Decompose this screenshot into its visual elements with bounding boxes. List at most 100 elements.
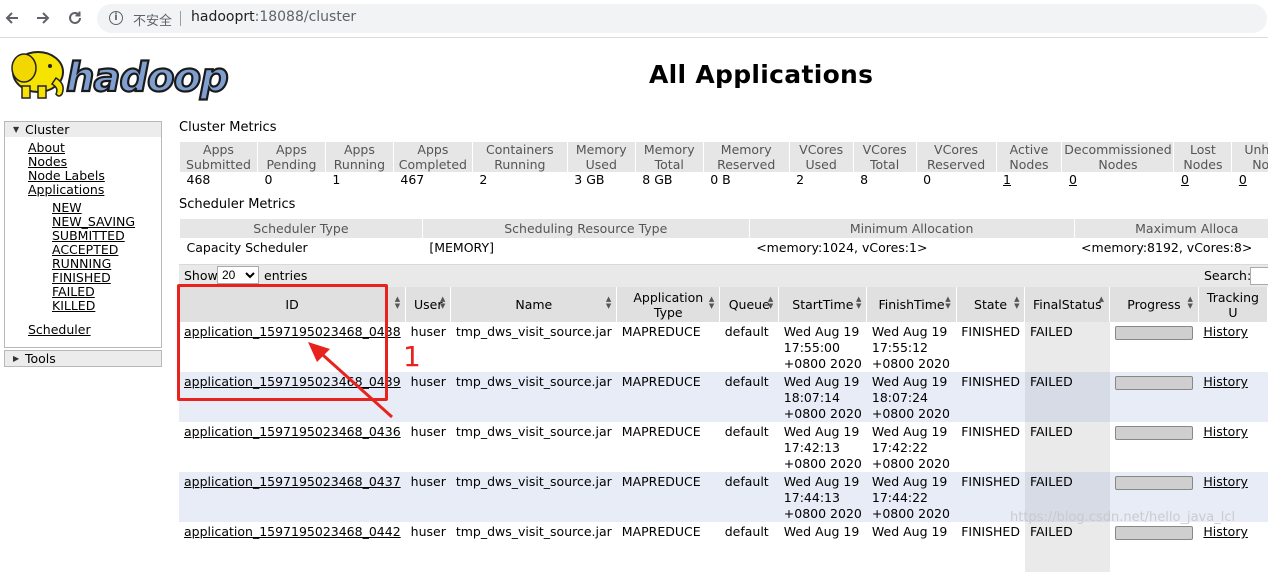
sort-asc-icon: ▲: [1098, 295, 1105, 303]
cluster-metric-link[interactable]: 1: [1003, 172, 1011, 187]
cluster-metric-header: Containers Running: [471, 142, 568, 172]
app-name-cell: tmp_dws_visit_source.jar: [450, 372, 617, 422]
app-id-link[interactable]: application_1597195023468_0436: [184, 424, 401, 439]
address-separator: [180, 11, 181, 26]
app-name-cell: tmp_dws_visit_source.jar: [455, 524, 612, 539]
nav-link-node-labels[interactable]: Node Labels: [28, 169, 105, 183]
sort-icon: ▲ ▼: [439, 295, 446, 310]
scheduler-metric-header: Scheduling Resource Type: [421, 219, 750, 238]
column-header[interactable]: Tracking U: [1198, 287, 1268, 322]
entries-label: entries: [264, 268, 308, 283]
reload-icon[interactable]: [63, 6, 87, 30]
app-finish-cell: Wed Aug 19 17:55:12 +0800 2020: [871, 324, 950, 371]
tools-nav-header[interactable]: ▶ Tools: [5, 351, 161, 366]
column-header[interactable]: Progress ▲ ▼: [1109, 287, 1199, 322]
app-state-cell: FINISHED: [961, 324, 1020, 339]
column-header[interactable]: User ▲ ▼: [405, 287, 452, 322]
app-final-status-cell: FAILED: [1024, 372, 1110, 422]
nav-state-failed[interactable]: FAILED: [52, 285, 135, 299]
cluster-metric-link[interactable]: 0: [1239, 172, 1247, 187]
progress-bar: [1114, 426, 1193, 440]
svg-text:hadoop: hadoop: [66, 55, 228, 101]
app-user-cell: huser: [410, 524, 446, 539]
column-header[interactable]: FinalStatus ▲: [1024, 287, 1111, 322]
app-id-link[interactable]: application_1597195023468_0437: [184, 474, 401, 489]
app-id-link[interactable]: application_1597195023468_0442: [184, 524, 401, 539]
cluster-metric-link[interactable]: 0: [1069, 172, 1077, 187]
history-link[interactable]: History: [1203, 424, 1247, 439]
history-link[interactable]: History: [1203, 324, 1247, 339]
nav-link-scheduler[interactable]: Scheduler: [28, 323, 91, 337]
app-user-cell: huser: [405, 372, 451, 422]
app-name-cell: tmp_dws_visit_source.jar: [455, 324, 612, 339]
scheduler-metric-value: <memory:8192, vCores:8>: [1074, 238, 1268, 256]
app-final-status-cell: FAILED: [1024, 422, 1110, 472]
cluster-metric-value: 2: [472, 172, 568, 187]
cluster-metric-value: 0: [1173, 172, 1232, 187]
column-header[interactable]: State ▲ ▼: [956, 287, 1026, 322]
app-queue-cell: default: [719, 472, 779, 522]
cluster-metric-value: 467: [393, 172, 473, 187]
nav-link-nodes[interactable]: Nodes: [28, 155, 105, 169]
scheduler-metric-header: Minimum Allocation: [748, 219, 1075, 238]
page-title: All Applications: [649, 60, 874, 89]
nav-state-running[interactable]: RUNNING: [52, 257, 135, 271]
cluster-nav-panel: ▼ Cluster About Nodes Node Labels Applic…: [4, 121, 162, 348]
back-arrow-icon[interactable]: [0, 6, 24, 30]
history-link[interactable]: History: [1203, 524, 1247, 539]
cluster-metric-value: 3 GB: [567, 172, 636, 187]
search-input[interactable]: [1250, 267, 1268, 285]
sort-icon: ▲ ▼: [1187, 295, 1193, 310]
app-progress-cell: [1110, 422, 1199, 472]
column-header[interactable]: FinishTime ▲ ▼: [866, 287, 957, 322]
progress-bar: [1114, 476, 1193, 490]
app-queue-cell: default: [724, 324, 769, 339]
cluster-metric-header: UnheNo: [1231, 142, 1268, 172]
app-start-cell: Wed Aug 19 17:44:13 +0800 2020: [778, 472, 867, 522]
app-final-status-cell: FAILED: [1024, 322, 1110, 372]
page-size-select[interactable]: 20: [217, 266, 259, 284]
nav-state-new[interactable]: NEW: [52, 201, 135, 215]
nav-state-submitted[interactable]: SUBMITTED: [52, 229, 135, 243]
cluster-nav-header[interactable]: ▼ Cluster: [5, 122, 161, 137]
sort-icon: ▲ ▼: [605, 295, 612, 310]
table-row: application_1597195023468_0442 huser tmp_d…: [179, 522, 1268, 572]
column-header[interactable]: Application Type ▲ ▼: [616, 287, 721, 322]
cluster-metric-header: Apps Running: [324, 142, 394, 172]
cluster-metric-value: 2: [789, 172, 854, 187]
cluster-metric-value: 0: [1061, 172, 1174, 187]
history-link[interactable]: History: [1203, 474, 1247, 489]
app-id-cell: application_1597195023468_0442: [179, 522, 406, 572]
cluster-metric-link[interactable]: 0: [1181, 172, 1189, 187]
address-bar[interactable]: i 不安全 hadooprt:18088/cluster: [97, 4, 1267, 33]
info-icon[interactable]: i: [109, 11, 123, 25]
table-row: application_1597195023468_0436 huser tmp_d…: [179, 422, 1268, 472]
forward-arrow-icon[interactable]: [31, 6, 55, 30]
cluster-metric-value: 1: [996, 172, 1062, 187]
column-header[interactable]: StartTime ▲ ▼: [778, 287, 868, 322]
progress-bar: [1114, 526, 1193, 540]
cluster-metric-header: Decommissioned Nodes: [1061, 142, 1174, 172]
nav-state-new-saving[interactable]: NEW_SAVING: [52, 215, 135, 229]
scheduler-metric-header: Scheduler Type: [179, 219, 423, 238]
nav-state-accepted[interactable]: ACCEPTED: [52, 243, 135, 257]
url-text[interactable]: hadooprt:18088/cluster: [191, 9, 356, 25]
column-header[interactable]: Name ▲ ▼: [450, 287, 618, 322]
annotation-arrow-icon: [308, 342, 394, 419]
app-user-cell: huser: [405, 472, 451, 522]
sort-icon: ▲ ▼: [855, 295, 862, 310]
app-start-cell: Wed Aug 19 17:55:00 +0800 2020: [783, 324, 862, 371]
cluster-metric-value: 1: [325, 172, 394, 187]
nav-state-finished[interactable]: FINISHED: [52, 271, 135, 285]
nav-state-killed[interactable]: KILLED: [52, 299, 135, 313]
nav-link-applications[interactable]: Applications: [28, 183, 105, 197]
app-tracking-cell: History: [1198, 522, 1267, 572]
progress-bar: [1114, 376, 1193, 390]
column-header[interactable]: Queue ▲ ▼: [719, 287, 780, 322]
cluster-metric-value: 0: [1231, 172, 1268, 187]
cluster-metric-value: 0: [916, 172, 997, 187]
scheduler-metrics-table: Scheduler Type Scheduling Resource Type Mi…: [179, 219, 1268, 256]
app-name-cell: tmp_dws_visit_source.jar: [450, 472, 617, 522]
history-link[interactable]: History: [1203, 374, 1247, 389]
nav-link-about[interactable]: About: [28, 141, 105, 155]
